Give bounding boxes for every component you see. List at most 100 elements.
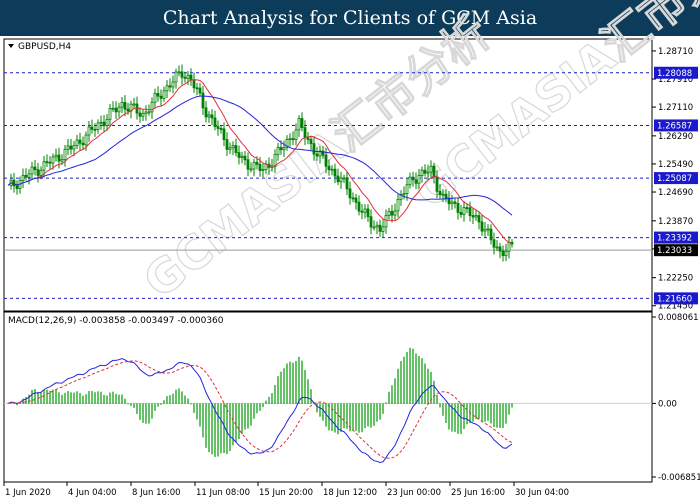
candle-body	[63, 148, 67, 161]
candle-body	[492, 239, 496, 248]
candle-body	[390, 210, 394, 216]
candle-body	[255, 161, 259, 165]
candle-body	[366, 208, 370, 218]
candle-body	[348, 188, 352, 199]
macd-axis: 0.008061 0.00 -0.006851	[652, 313, 700, 483]
candle-body	[462, 207, 466, 215]
level-tag-label: 1.26587	[657, 121, 692, 131]
candle-body	[189, 74, 193, 81]
level-tag-label: 1.25087	[657, 174, 692, 184]
candle-body	[27, 173, 31, 178]
candle-body	[75, 139, 79, 147]
candle-body	[330, 168, 334, 171]
candle-body	[498, 246, 502, 252]
time-tick-label: 4 Jun 04:00	[68, 488, 117, 498]
candle-body	[168, 85, 172, 88]
candle-body	[369, 216, 373, 228]
candle-body	[282, 147, 286, 151]
candle-body	[294, 129, 298, 141]
candle-body	[60, 159, 64, 162]
time-tick-label: 1 Jun 2020	[5, 488, 51, 498]
candle-body	[171, 81, 175, 88]
candle-body	[324, 154, 328, 167]
candle-body	[144, 111, 148, 114]
macd-label: MACD(12,26,9) -0.003858 -0.003497 -0.000…	[8, 316, 224, 326]
candle-body	[216, 126, 220, 129]
candle-body	[30, 166, 34, 175]
candle-body	[372, 226, 376, 229]
candle-body	[150, 101, 154, 113]
candle-body	[234, 145, 238, 153]
candle-body	[471, 215, 475, 218]
candle-body	[333, 168, 337, 177]
candle-body	[396, 198, 400, 212]
candle-body	[219, 128, 223, 130]
candle-body	[162, 90, 166, 99]
candle-body	[102, 121, 106, 127]
level-tag-label: 1.21660	[657, 294, 692, 304]
candle-body	[438, 190, 442, 196]
candle-body	[441, 193, 445, 196]
candle-body	[258, 163, 262, 171]
chart-screen: Chart Analysis for Clients of GCM Asia G…	[0, 0, 700, 500]
candle-body	[132, 103, 136, 106]
candle-body	[489, 228, 493, 241]
candle-body	[54, 154, 58, 158]
candle-body	[69, 145, 73, 150]
candle-body	[465, 207, 469, 209]
candle-body	[252, 161, 256, 170]
time-tick-label: 23 Jun 00:00	[387, 488, 441, 498]
time-tick-label: 18 Jun 12:00	[323, 488, 377, 498]
candle-body	[249, 168, 253, 171]
candle-body	[342, 177, 346, 180]
candle-body	[96, 122, 100, 130]
candle-body	[378, 224, 382, 232]
candle-body	[504, 250, 508, 257]
candle-body	[114, 107, 118, 113]
candle-body	[192, 79, 196, 89]
candle-body	[375, 224, 379, 228]
price-tick-label: 1.23870	[658, 217, 693, 227]
candle-body	[288, 138, 292, 141]
candle-body	[336, 175, 340, 183]
candle-body	[363, 208, 367, 213]
candle-body	[279, 147, 283, 151]
candle-body	[408, 176, 412, 186]
symbol-header[interactable]: GBPUSD,H4	[8, 42, 71, 52]
candle-body	[354, 197, 358, 203]
candle-body	[138, 112, 142, 117]
candle-body	[420, 169, 424, 176]
candle-body	[51, 156, 55, 164]
candle-body	[276, 147, 280, 155]
candle-body	[87, 126, 91, 136]
candle-body	[453, 201, 457, 204]
candle-body	[84, 134, 88, 146]
candle-body	[501, 250, 505, 257]
candle-body	[444, 193, 448, 199]
candle-body	[477, 215, 481, 223]
candle-body	[486, 228, 490, 231]
candle-body	[195, 87, 199, 90]
candle-body	[405, 184, 409, 194]
candle-body	[297, 118, 301, 131]
candle-body	[174, 71, 178, 83]
candle-body	[120, 102, 124, 108]
candle-body	[240, 155, 244, 158]
candle-body	[345, 177, 349, 190]
price-tick-label: 1.28710	[658, 47, 693, 57]
candle-body	[231, 145, 235, 149]
candle-body	[468, 207, 472, 216]
candle-body	[204, 107, 208, 118]
time-tick-label: 25 Jun 16:00	[451, 488, 505, 498]
candle-body	[39, 169, 43, 176]
candle-body	[495, 246, 499, 249]
candle-body	[93, 128, 97, 131]
candle-body	[183, 76, 187, 79]
candle-body	[450, 201, 454, 205]
macd-tick-label: -0.006851	[658, 473, 700, 483]
candle-body	[72, 145, 76, 150]
macd-tick-label: 0.00	[658, 399, 677, 409]
candle-body	[207, 114, 211, 118]
candle-body	[327, 165, 331, 171]
candle-body	[108, 108, 112, 120]
